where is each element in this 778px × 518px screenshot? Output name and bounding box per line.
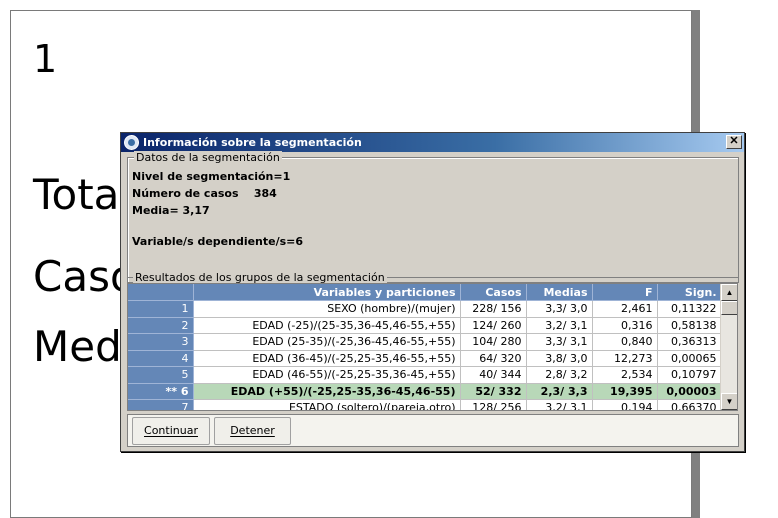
row-sign: 0,11322 xyxy=(657,300,722,318)
row-casos: 40/ 344 xyxy=(460,366,527,384)
table-row[interactable]: 1 SEXO (hombre)/(mujer) 228/ 156 3,3/ 3,… xyxy=(128,300,722,318)
row-medias: 3,3/ 3,1 xyxy=(526,333,593,351)
table-row[interactable]: 2 EDAD (-25)/(25-35,36-45,46-55,+55) 124… xyxy=(128,317,722,334)
col-header-casos[interactable]: Casos xyxy=(460,284,527,301)
segmentation-data-legend: Datos de la segmentación xyxy=(134,151,282,164)
row-casos: 128/ 256 xyxy=(460,399,527,410)
results-table: Variables y particiones Casos Medias F S… xyxy=(128,284,722,410)
row-f: 0,316 xyxy=(592,317,658,334)
segmentation-results-group: Resultados de los grupos de la segmentac… xyxy=(121,271,744,411)
arrow-up-icon: ▲ xyxy=(725,288,734,297)
table-row[interactable]: 3 EDAD (25-35)/(-25,36-45,46-55,+55) 104… xyxy=(128,333,722,351)
row-f: 0,194 xyxy=(592,399,658,410)
row-index: 1 xyxy=(128,300,194,318)
row-variable: EDAD (+55)/(-25,25-35,36-45,46-55) xyxy=(193,383,461,400)
scroll-up-button[interactable]: ▲ xyxy=(721,284,737,301)
col-header-f[interactable]: F xyxy=(592,284,658,301)
button-bar: Continuar Detener xyxy=(127,414,739,447)
row-casos: 104/ 280 xyxy=(460,333,527,351)
row-sign: 0,10797 xyxy=(657,366,722,384)
close-button[interactable]: ✕ xyxy=(726,135,742,149)
row-f: 12,273 xyxy=(592,350,658,367)
row-f: 0,840 xyxy=(592,333,658,351)
row-f: 19,395 xyxy=(592,383,658,400)
row-variable: ESTADO (soltero)/(pareja,otro) xyxy=(193,399,461,410)
row-medias: 2,8/ 3,2 xyxy=(526,366,593,384)
row-sign: 0,00065 xyxy=(657,350,722,367)
row-index: 5 xyxy=(128,366,194,384)
row-variable: EDAD (46-55)/(-25,25-35,36-45,+55) xyxy=(193,366,461,384)
table-row[interactable]: 4 EDAD (36-45)/(-25,25-35,46-55,+55) 64/… xyxy=(128,350,722,367)
col-header-sign[interactable]: Sign. xyxy=(657,284,722,301)
stop-button[interactable]: Detener xyxy=(214,417,291,445)
scroll-thumb[interactable] xyxy=(721,301,737,315)
row-index: 3 xyxy=(128,333,194,351)
app-globe-icon xyxy=(124,135,139,150)
row-sign: 0,58138 xyxy=(657,317,722,334)
row-medias: 3,2/ 3,1 xyxy=(526,399,593,410)
row-f: 2,534 xyxy=(592,366,658,384)
results-header-row: Variables y particiones Casos Medias F S… xyxy=(128,284,722,301)
results-vertical-scrollbar[interactable]: ▲ ▼ xyxy=(720,284,737,410)
segmentation-level: Nivel de segmentación=1 xyxy=(132,170,291,183)
row-medias: 3,2/ 3,1 xyxy=(526,317,593,334)
row-medias: 3,3/ 3,0 xyxy=(526,300,593,318)
dialog-titlebar[interactable]: Información sobre la segmentación ✕ xyxy=(121,133,744,152)
row-variable: EDAD (25-35)/(-25,36-45,46-55,+55) xyxy=(193,333,461,351)
arrow-down-icon: ▼ xyxy=(725,397,734,406)
table-row[interactable]: 7 ESTADO (soltero)/(pareja,otro) 128/ 25… xyxy=(128,399,722,410)
scroll-down-button[interactable]: ▼ xyxy=(721,393,737,410)
dependent-variable: Variable/s dependiente/s=6 xyxy=(132,235,304,248)
row-sign: 0,66370 xyxy=(657,399,722,410)
row-casos: 124/ 260 xyxy=(460,317,527,334)
table-row-selected[interactable]: ** 6 EDAD (+55)/(-25,25-35,36-45,46-55) … xyxy=(128,383,722,400)
row-variable: EDAD (36-45)/(-25,25-35,46-55,+55) xyxy=(193,350,461,367)
row-index: ** 6 xyxy=(128,383,194,400)
dialog-title: Información sobre la segmentación xyxy=(143,136,362,149)
document-page-number: 1 xyxy=(33,37,58,81)
results-grid[interactable]: Variables y particiones Casos Medias F S… xyxy=(127,283,738,411)
continue-button[interactable]: Continuar xyxy=(132,417,210,445)
number-of-cases: Número de casos 384 xyxy=(132,187,277,200)
row-sign: 0,36313 xyxy=(657,333,722,351)
row-index: 4 xyxy=(128,350,194,367)
col-header-variables[interactable]: Variables y particiones xyxy=(193,284,461,301)
row-index: 7 xyxy=(128,399,194,410)
close-icon: ✕ xyxy=(729,135,739,147)
col-header-index[interactable] xyxy=(128,284,194,301)
row-casos: 64/ 320 xyxy=(460,350,527,367)
row-medias: 2,3/ 3,3 xyxy=(526,383,593,400)
row-variable: SEXO (hombre)/(mujer) xyxy=(193,300,461,318)
row-casos: 52/ 332 xyxy=(460,383,527,400)
table-row[interactable]: 5 EDAD (46-55)/(-25,25-35,36-45,+55) 40/… xyxy=(128,366,722,384)
row-variable: EDAD (-25)/(25-35,36-45,46-55,+55) xyxy=(193,317,461,334)
segmentation-info-dialog: Información sobre la segmentación ✕ Dato… xyxy=(120,132,745,452)
row-sign: 0,00003 xyxy=(657,383,722,400)
mean-value: Media= 3,17 xyxy=(132,204,210,217)
row-index: 2 xyxy=(128,317,194,334)
row-medias: 3,8/ 3,0 xyxy=(526,350,593,367)
row-casos: 228/ 156 xyxy=(460,300,527,318)
row-f: 2,461 xyxy=(592,300,658,318)
document-line-total: Tota xyxy=(33,170,120,219)
col-header-medias[interactable]: Medias xyxy=(526,284,593,301)
document-line-mean: Med xyxy=(33,322,122,371)
segmentation-data-group: Datos de la segmentación Nivel de segmen… xyxy=(127,151,739,283)
